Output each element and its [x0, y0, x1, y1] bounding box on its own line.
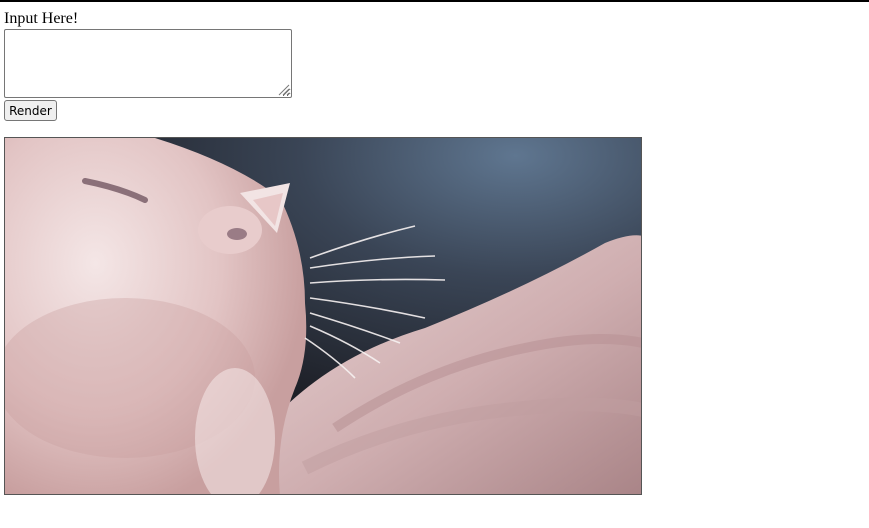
cat-image [4, 137, 642, 495]
cat-illustration [5, 138, 641, 494]
top-divider [0, 0, 869, 2]
text-input[interactable] [4, 29, 292, 98]
render-button[interactable]: Render [4, 100, 57, 121]
input-label: Input Here! [4, 10, 79, 27]
